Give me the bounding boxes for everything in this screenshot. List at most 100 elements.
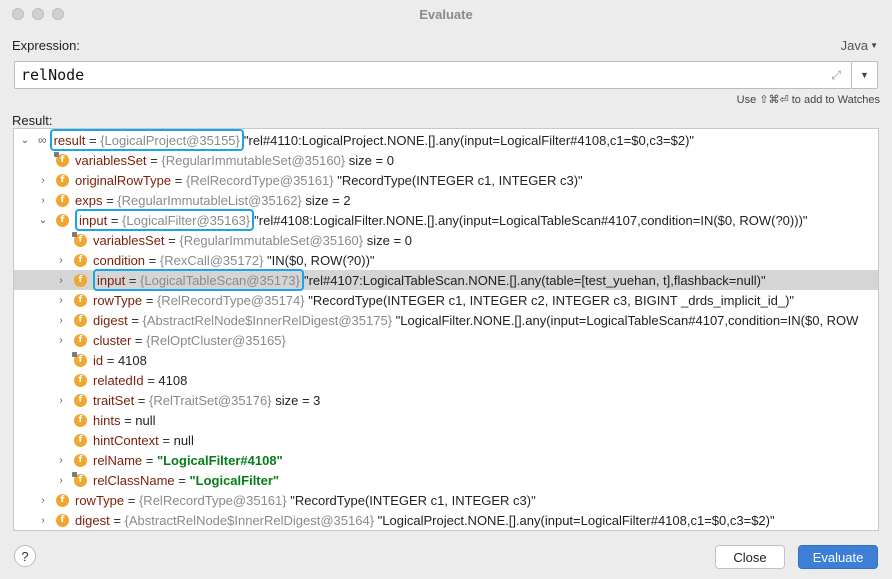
window-controls <box>12 8 64 20</box>
object-reference: {RelTraitSet@35176} <box>149 392 272 408</box>
tree-row[interactable]: › f digest = {AbstractRelNode$InnerRelDige… <box>14 510 878 530</box>
variable-name: exps <box>75 192 103 208</box>
window-title: Evaluate <box>419 6 473 22</box>
variable-value: "RecordType(INTEGER c1, INTEGER c3)" <box>337 172 583 188</box>
tree-row[interactable]: ⌄ ∞ result = {LogicalProject@35155} "rel#41… <box>14 129 878 151</box>
equals-sign: = <box>145 252 160 268</box>
variable-name: result <box>53 132 86 148</box>
variable-value: "rel#4110:LogicalProject.NONE.[].any(inp… <box>243 132 695 148</box>
close-button[interactable]: Close <box>715 545 785 569</box>
language-value: Java <box>840 38 869 53</box>
object-reference: {RegularImmutableList@35162} <box>117 192 302 208</box>
variable-name: digest <box>75 512 110 528</box>
highlight-box: input = {LogicalFilter@35163} <box>75 209 255 231</box>
equals-sign: = <box>127 312 143 328</box>
object-reference: {RelRecordType@35174} <box>156 292 305 308</box>
history-dropdown-button[interactable]: ▼ <box>852 61 878 89</box>
variable-value: "LogicalProject.NONE.[].any(input=Logica… <box>377 512 775 528</box>
chevron-down-icon[interactable]: ⌄ <box>20 135 30 146</box>
equals-sign: = <box>125 272 141 288</box>
field-icon: f <box>74 293 87 307</box>
chevron-right-icon[interactable]: › <box>38 175 48 186</box>
object-reference: {RelOptCluster@35165} <box>146 332 286 348</box>
tree-row[interactable]: › f relClassName = "LogicalFilter" <box>14 470 878 490</box>
expand-icon[interactable]: ⤢ <box>831 68 841 83</box>
equals-sign: = <box>120 412 136 428</box>
variable-value: 4108 <box>158 372 188 388</box>
chevron-down-icon[interactable]: ⌄ <box>38 215 48 226</box>
tree-row[interactable]: › f rowType = {RelRecordType@35174} "Recor… <box>14 290 878 310</box>
tree-row[interactable]: › f input = {LogicalTableScan@35173} "rel#4… <box>14 269 878 291</box>
chevron-right-icon[interactable]: › <box>38 515 48 526</box>
tree-row[interactable]: ⌄ f input = {LogicalFilter@35163} "rel#4108… <box>14 209 878 231</box>
object-reference: {LogicalProject@35155} <box>100 132 240 148</box>
chevron-right-icon[interactable]: › <box>56 475 66 486</box>
variable-name: digest <box>93 312 128 328</box>
chevron-right-icon[interactable]: › <box>56 455 66 466</box>
highlight-box: input = {LogicalTableScan@35173} <box>93 269 304 291</box>
variable-name: traitSet <box>93 392 135 408</box>
tree-row[interactable]: › f relName = "LogicalFilter#4108" <box>14 450 878 470</box>
field-icon: f <box>56 493 69 507</box>
variable-name: id <box>93 352 104 368</box>
equals-sign: = <box>142 452 157 468</box>
tree-row[interactable]: › f rowType = {RelRecordType@35161} "Recor… <box>14 490 878 510</box>
field-icon: f <box>74 453 87 467</box>
equals-sign: = <box>107 212 123 228</box>
variable-value: "RecordType(INTEGER c1, INTEGER c2, INTE… <box>308 292 795 308</box>
variable-value: "rel#4108:LogicalFilter.NONE.[].any(inpu… <box>254 212 808 228</box>
zoom-window-button[interactable] <box>52 8 64 20</box>
evaluate-button[interactable]: Evaluate <box>798 545 878 569</box>
tree-row[interactable]: › f digest = {AbstractRelNode$InnerRelDige… <box>14 310 878 330</box>
chevron-right-icon[interactable]: › <box>38 195 48 206</box>
chevron-right-icon[interactable]: › <box>56 275 66 286</box>
help-button[interactable]: ? <box>14 545 36 567</box>
chevron-right-icon[interactable]: › <box>56 395 66 406</box>
tree-row[interactable]: f variablesSet = {RegularImmutableSet@351… <box>14 230 878 250</box>
variable-value: "LogicalFilter" <box>189 472 280 488</box>
chevron-right-icon[interactable]: › <box>56 315 66 326</box>
variable-name: hintContext <box>93 432 159 448</box>
chevron-right-icon[interactable]: › <box>56 335 66 346</box>
field-icon: f <box>56 173 69 187</box>
variable-value: 4108 <box>117 352 147 368</box>
minimize-window-button[interactable] <box>32 8 44 20</box>
tree-row[interactable]: f hintContext = null <box>14 430 878 450</box>
tree-row[interactable]: › f exps = {RegularImmutableList@35162} si… <box>14 190 878 210</box>
language-select[interactable]: Java ▼ <box>841 38 878 53</box>
equals-sign: = <box>164 232 180 248</box>
object-reference: {RelRecordType@35161} <box>185 172 334 188</box>
result-tree[interactable]: ⌄ ∞ result = {LogicalProject@35155} "rel#41… <box>13 128 879 531</box>
variable-value: "IN($0, ROW(?0))" <box>267 252 375 268</box>
watches-hint: Use ⇧⌘⏎ to add to Watches <box>736 94 880 106</box>
tree-row[interactable]: › f traitSet = {RelTraitSet@35176} size = … <box>14 390 878 410</box>
chevron-down-icon: ▼ <box>870 41 878 50</box>
variable-name: relClassName <box>93 472 175 488</box>
variable-name: relatedId <box>93 372 144 388</box>
result-label: Result: <box>12 113 53 128</box>
variable-value: size = 3 <box>275 392 321 408</box>
chevron-right-icon[interactable]: › <box>56 295 66 306</box>
tree-row[interactable]: f hints = null <box>14 410 878 430</box>
variable-value: null <box>135 412 156 428</box>
tree-row[interactable]: f relatedId = 4108 <box>14 370 878 390</box>
chevron-right-icon[interactable]: › <box>56 255 66 266</box>
variable-value: size = 2 <box>305 192 351 208</box>
expression-input[interactable] <box>15 62 795 88</box>
object-reference: {RegularImmutableSet@35160} <box>179 232 364 248</box>
tree-row[interactable]: › f cluster = {RelOptCluster@35165} <box>14 330 878 350</box>
equals-sign: = <box>171 172 186 188</box>
chevron-right-icon[interactable]: › <box>38 495 48 506</box>
object-reference: {AbstractRelNode$InnerRelDigest@35175} <box>142 312 393 328</box>
variable-name: variablesSet <box>75 152 147 168</box>
object-reference: {LogicalTableScan@35173} <box>140 272 300 288</box>
tree-row[interactable]: › f originalRowType = {RelRecordType@35161… <box>14 170 878 190</box>
variable-value: size = 0 <box>348 152 394 168</box>
highlight-box: result = {LogicalProject@35155} <box>49 129 244 151</box>
tree-row[interactable]: f id = 4108 <box>14 350 878 370</box>
tree-row[interactable]: f variablesSet = {RegularImmutableSet@351… <box>14 150 878 170</box>
chevron-down-icon: ▼ <box>860 70 869 80</box>
field-icon: f <box>74 413 87 427</box>
close-window-button[interactable] <box>12 8 24 20</box>
tree-row[interactable]: › f condition = {RexCall@35172} "IN($0, RO… <box>14 250 878 270</box>
